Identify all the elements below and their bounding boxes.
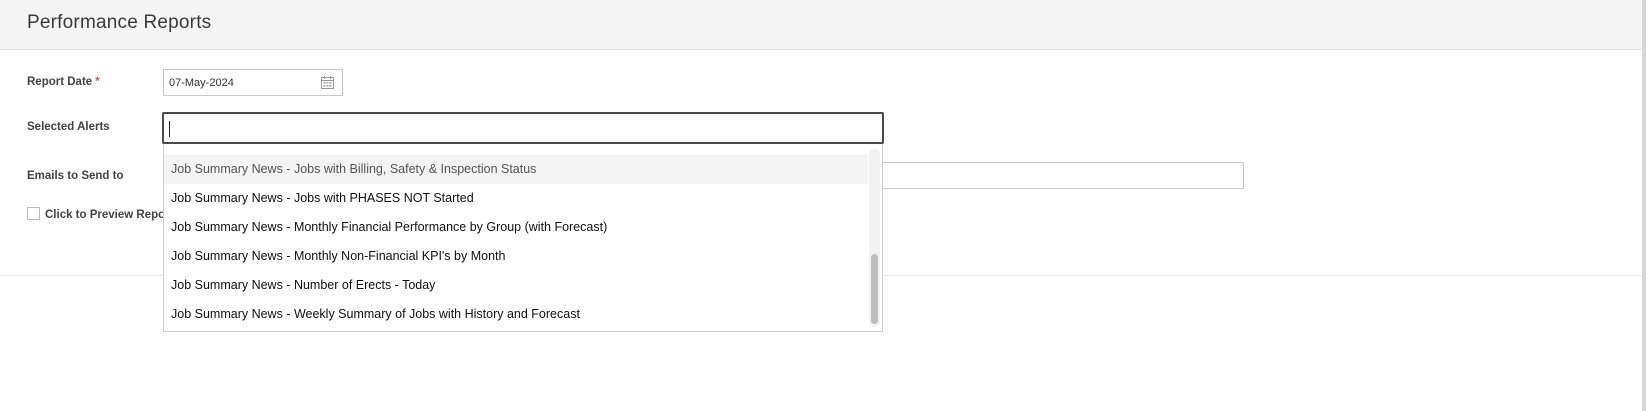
dropdown-option[interactable]: Job Summary News - Monthly Non-Financial…	[164, 242, 868, 271]
dropdown-option[interactable]: Job Summary News - Jobs with PHASES NOT …	[164, 184, 868, 213]
dropdown-option[interactable]: Job Summary News - Jobs with Billing, Sa…	[164, 155, 868, 184]
report-date-value: 07-May-2024	[169, 77, 234, 89]
dropdown-scrollbar-thumb[interactable]	[871, 254, 878, 324]
preview-report-label: Click to Preview Report	[45, 209, 174, 221]
alerts-dropdown[interactable]: Job Summary News - Jobs with Billing, Sa…	[163, 144, 883, 332]
page-scrollbar[interactable]	[1642, 0, 1646, 411]
text-cursor	[169, 121, 170, 137]
report-date-field[interactable]: 07-May-2024	[163, 69, 343, 96]
required-marker: *	[95, 76, 100, 88]
emails-label: Emails to Send to	[27, 170, 124, 182]
selected-alerts-label: Selected Alerts	[27, 121, 110, 133]
performance-reports-page: Performance Reports Report Date * 07-May-…	[0, 0, 1646, 411]
selected-alerts-input[interactable]	[162, 112, 884, 144]
dropdown-scrollbar[interactable]	[869, 149, 880, 327]
dropdown-option[interactable]: Job Summary News - Weekly Summary of Job…	[164, 300, 868, 329]
page-title: Performance Reports	[27, 12, 212, 33]
report-date-label: Report Date *	[27, 76, 100, 88]
page-header: Performance Reports	[0, 0, 1646, 50]
preview-report-checkbox[interactable]	[27, 207, 40, 220]
alerts-dropdown-list: Job Summary News - Jobs with Billing, Sa…	[164, 155, 868, 329]
dropdown-option[interactable]: Job Summary News - Monthly Financial Per…	[164, 213, 868, 242]
calendar-icon[interactable]	[321, 76, 334, 89]
emails-input[interactable]	[880, 162, 1244, 189]
dropdown-option[interactable]: Job Summary News - Number of Erects - To…	[164, 271, 868, 300]
